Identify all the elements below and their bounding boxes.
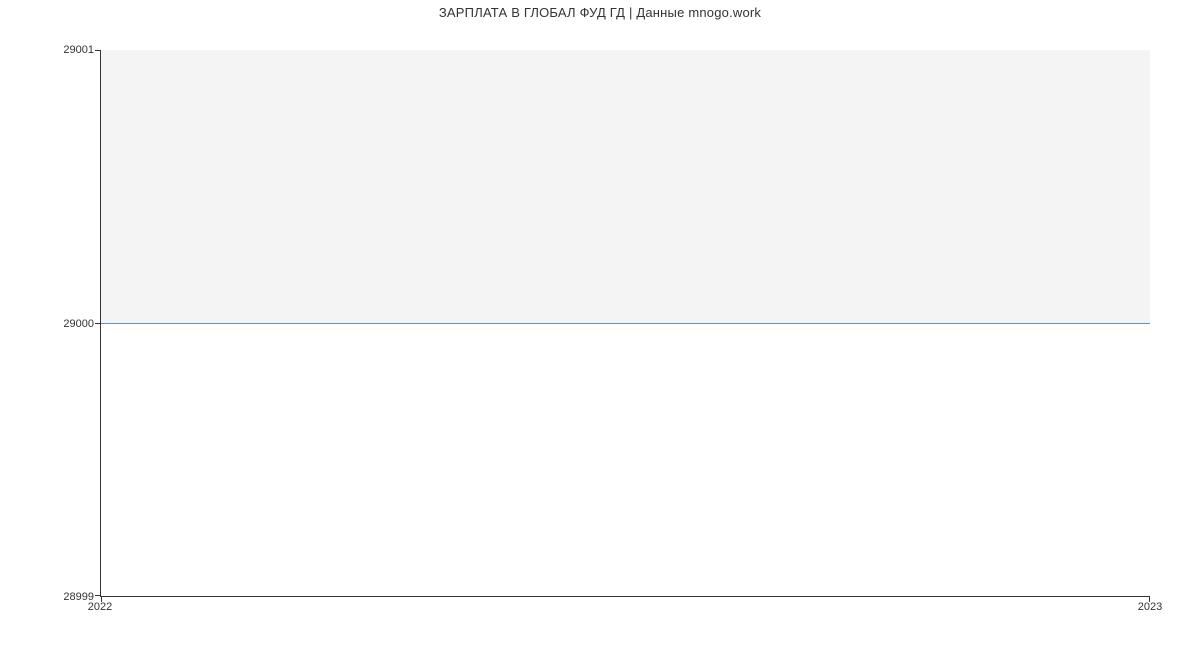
x-tick — [1149, 596, 1150, 602]
chart-title: ЗАРПЛАТА В ГЛОБАЛ ФУД ГД | Данные mnogo.… — [0, 5, 1200, 20]
series-line — [101, 323, 1150, 324]
x-tick — [101, 596, 102, 602]
y-tick-label: 29000 — [63, 318, 94, 330]
chart-container: ЗАРПЛАТА В ГЛОБАЛ ФУД ГД | Данные mnogo.… — [0, 0, 1200, 650]
x-tick-label: 2022 — [88, 601, 112, 613]
area-fill — [101, 50, 1150, 323]
plot-area — [100, 50, 1150, 597]
y-tick-label: 29001 — [63, 44, 94, 56]
x-tick-label: 2023 — [1138, 601, 1162, 613]
